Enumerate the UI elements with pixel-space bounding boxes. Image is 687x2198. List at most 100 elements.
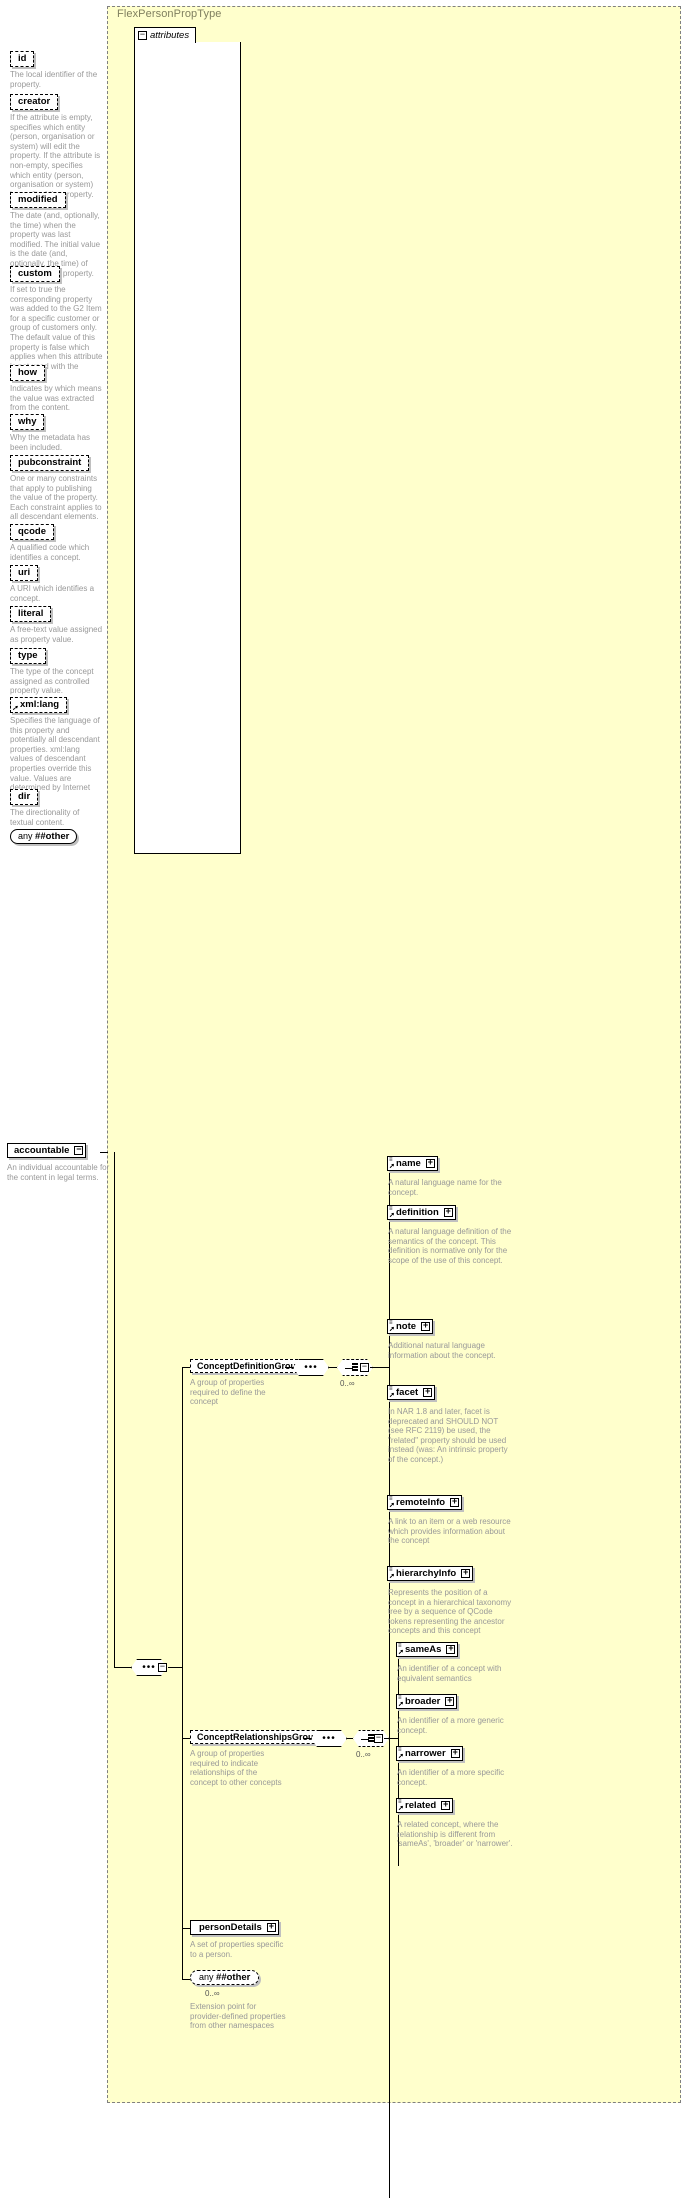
element-remoteinfo-expand-icon[interactable]: +	[450, 1498, 460, 1507]
attribute-uri[interactable]: uri	[10, 565, 39, 581]
attributes-tab[interactable]: − attributes	[134, 27, 197, 43]
any-attribute[interactable]: any ##other	[10, 829, 78, 844]
sequence-main-collapse-icon[interactable]: −	[158, 1663, 167, 1672]
element-remoteinfo[interactable]: ≡ ➚ remoteInfo +	[387, 1495, 463, 1510]
group-concept-definition-description: A group of properties required to define…	[190, 1378, 266, 1407]
attributes-collapse-icon[interactable]: −	[138, 31, 147, 40]
attribute-modified[interactable]: modified	[10, 192, 66, 208]
connector-line	[347, 1738, 353, 1739]
connector-line	[168, 1667, 182, 1668]
element-accountable[interactable]: accountable −	[7, 1143, 87, 1158]
reference-arrow-icon: ➚	[389, 1573, 395, 1580]
attribute-custom[interactable]: custom	[10, 266, 60, 282]
element-broader-description: An identifier of a more generic concept.	[397, 1716, 504, 1735]
any-element-description: Extension point for provider-defined pro…	[190, 2002, 286, 2031]
choice-definition-collapse-icon[interactable]: −	[360, 1363, 369, 1372]
attribute-id[interactable]: id	[10, 51, 35, 67]
sequence-dots-icon: •••	[304, 1361, 318, 1373]
any-attribute-row: any ##other	[0, 826, 107, 844]
element-narrower-expand-icon[interactable]: +	[450, 1749, 460, 1758]
attribute-uri-description: A URI which identifies a concept.	[10, 584, 95, 603]
any-element-namespace: ##other	[216, 1972, 251, 1983]
attribute-row: how Indicates by which means the value w…	[0, 362, 107, 413]
element-remoteinfo-label: remoteInfo	[396, 1497, 446, 1508]
attribute-qcode[interactable]: qcode	[10, 524, 54, 540]
reference-arrow-icon: ➚	[398, 1753, 404, 1760]
attribute-how[interactable]: how	[10, 365, 45, 381]
element-remoteinfo-description: A link to an item or a web resource whic…	[388, 1517, 511, 1546]
attribute-xml-lang-label: xml:lang	[20, 699, 60, 710]
element-definition-expand-icon[interactable]: +	[443, 1208, 453, 1217]
element-facet[interactable]: ≡ ➚ facet +	[387, 1385, 436, 1400]
element-hierarchyinfo-description: Represents the position of a concept in …	[388, 1588, 512, 1636]
attribute-row: literal A free-text value assigned as pr…	[0, 603, 107, 644]
attribute-row: dir The directionality of textual conten…	[0, 786, 107, 827]
element-sameas[interactable]: ≡ ➚ sameAs +	[396, 1642, 459, 1657]
reference-arrow-icon: ➚	[398, 1649, 404, 1656]
element-broader-label: broader	[405, 1696, 441, 1707]
group-concept-relationships-label: ConceptRelationshipsGroup	[197, 1732, 320, 1742]
sequence-dots-icon: •••	[322, 1732, 336, 1744]
attribute-type[interactable]: type	[10, 648, 46, 664]
element-definition-description: A natural language definition of the sem…	[388, 1227, 512, 1265]
element-note[interactable]: ≡ ➚ note +	[387, 1319, 434, 1334]
attribute-row: creator If the attribute is empty, speci…	[0, 91, 107, 199]
choice-stem	[361, 1739, 369, 1740]
element-name-description: A natural language name for the concept.	[388, 1178, 502, 1197]
element-sameas-expand-icon[interactable]: +	[446, 1645, 456, 1654]
element-related-description: A related concept, where the relationshi…	[397, 1820, 513, 1849]
element-name-label: name	[396, 1158, 421, 1169]
element-name-expand-icon[interactable]: +	[425, 1159, 435, 1168]
choice-relationships-collapse-icon[interactable]: −	[374, 1734, 383, 1743]
connector-line	[384, 1738, 398, 1739]
element-accountable-description: An individual accountable for the conten…	[7, 1163, 110, 1182]
element-related-expand-icon[interactable]: +	[441, 1801, 451, 1810]
connector-line	[182, 1979, 190, 1980]
attribute-pubconstraint-description: One or many constraints that apply to pu…	[10, 474, 102, 522]
element-sameas-label: sameAs	[405, 1644, 442, 1655]
choice-stem	[345, 1368, 353, 1369]
attributes-tab-label: attributes	[150, 30, 190, 41]
attribute-type-description: The type of the concept assigned as cont…	[10, 667, 94, 696]
element-note-label: note	[396, 1321, 417, 1332]
sequence-dots-icon: •••	[142, 1661, 156, 1673]
element-persondetails[interactable]: personDetails +	[190, 1920, 279, 1935]
cardinality-definition: 0..∞	[340, 1379, 355, 1388]
attribute-creator[interactable]: creator	[10, 94, 59, 110]
element-name[interactable]: ≡ ➚ name +	[387, 1156, 438, 1171]
any-element-prefix: any	[199, 1972, 214, 1982]
complex-type-title: FlexPersonPropType	[117, 8, 222, 20]
element-sameas-description: An identifier of a concept with equivale…	[397, 1664, 502, 1683]
sequence-connector-definition[interactable]: •••	[293, 1359, 329, 1376]
attribute-why[interactable]: why	[10, 414, 45, 430]
element-facet-expand-icon[interactable]: +	[423, 1388, 433, 1397]
connector-line	[114, 1667, 131, 1668]
attribute-pubconstraint[interactable]: pubconstraint	[10, 455, 90, 471]
element-related[interactable]: ≡ ➚ related +	[396, 1798, 454, 1813]
element-hierarchyinfo-expand-icon[interactable]: +	[461, 1569, 471, 1578]
element-definition[interactable]: ≡ ➚ definition +	[387, 1205, 456, 1220]
attribute-literal[interactable]: literal	[10, 606, 52, 622]
any-element[interactable]: any ##other	[190, 1970, 260, 1985]
element-note-description: Additional natural language information …	[388, 1341, 496, 1360]
attribute-creator-description: If the attribute is empty, specifies whi…	[10, 113, 101, 199]
element-persondetails-expand-icon[interactable]: +	[266, 1923, 276, 1932]
sequence-connector-relationships[interactable]: •••	[311, 1730, 347, 1747]
element-broader-expand-icon[interactable]: +	[445, 1697, 455, 1706]
any-attribute-namespace: ##other	[35, 831, 70, 842]
connector-line-branch	[182, 1367, 183, 1979]
attribute-dir[interactable]: dir	[10, 789, 39, 805]
element-broader[interactable]: ≡ ➚ broader +	[396, 1694, 458, 1709]
group-concept-definition-label: ConceptDefinitionGroup	[197, 1361, 302, 1371]
cardinality-any-element: 0..∞	[205, 1989, 220, 1998]
connector-line-spine	[114, 1152, 115, 1668]
attribute-qcode-description: A qualified code which identifies a conc…	[10, 543, 90, 562]
element-narrower[interactable]: ≡ ➚ narrower +	[396, 1746, 463, 1761]
element-accountable-collapse-icon[interactable]: −	[74, 1146, 84, 1155]
element-related-label: related	[405, 1800, 437, 1811]
reference-arrow-icon: ➚	[389, 1163, 395, 1170]
element-note-expand-icon[interactable]: +	[421, 1322, 431, 1331]
attribute-xml-lang[interactable]: ➚ xml:lang	[10, 697, 68, 713]
element-hierarchyinfo[interactable]: ≡ ➚ hierarchyInfo +	[387, 1566, 474, 1581]
element-narrower-description: An identifier of a more specific concept…	[397, 1768, 505, 1787]
